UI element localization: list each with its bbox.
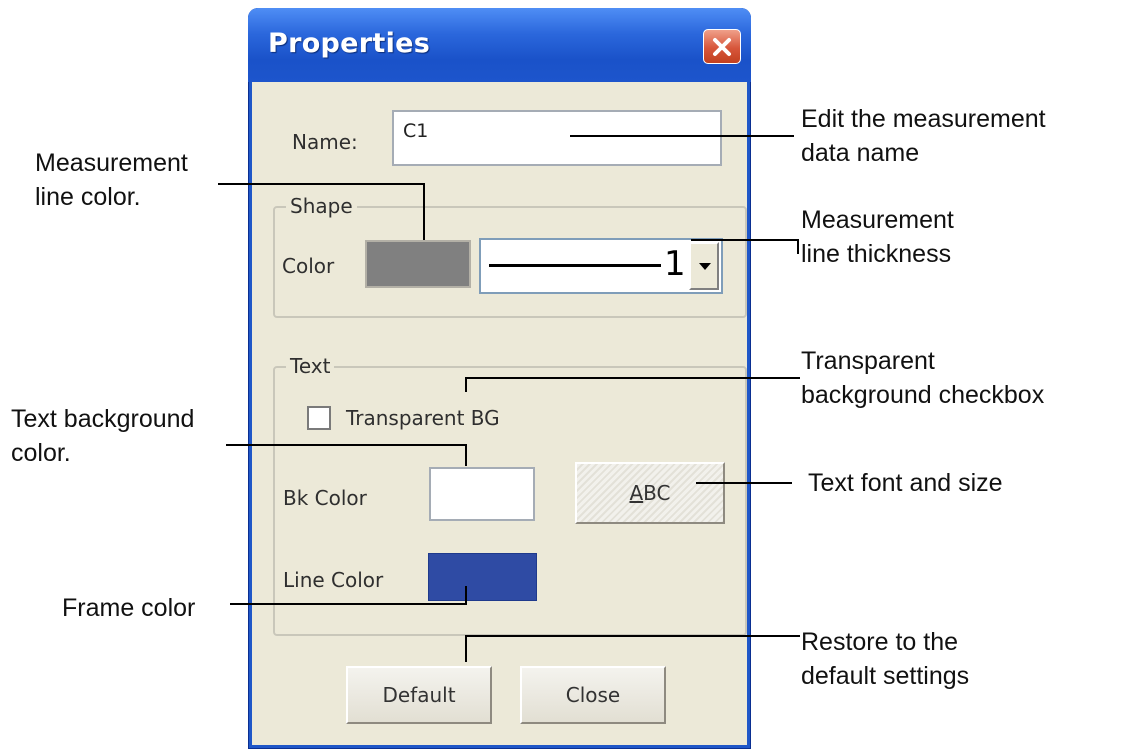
annotation-shape-color: Measurement line color.	[35, 149, 188, 211]
shape-color-leader-line	[218, 183, 425, 240]
annotation-font: Text font and size	[808, 469, 1003, 497]
annotation-name: Edit the measurement data name	[801, 105, 1046, 167]
transparent-leader-line	[465, 377, 800, 392]
frame-color-leader-line	[230, 586, 467, 605]
annotation-transparent: Transparent background checkbox	[801, 347, 1045, 409]
annotated-screenshot: Properties Name: C1 Shape Color 1 Text T…	[0, 0, 1127, 749]
annotation-frame-color: Frame color	[62, 594, 196, 622]
default-leader-line	[465, 635, 800, 662]
bk-color-leader-line	[226, 444, 467, 466]
annotation-default: Restore to the default settings	[801, 628, 970, 690]
annotation-thickness: Measurement line thickness	[801, 206, 954, 268]
annotation-bk-color: Text background color.	[11, 405, 195, 467]
thickness-leader-line	[691, 239, 799, 254]
